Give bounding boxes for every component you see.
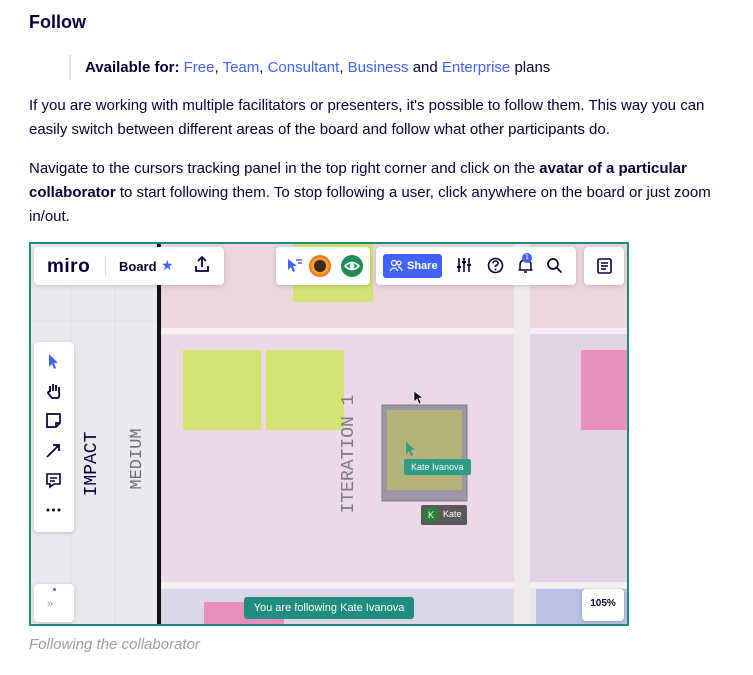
sticky-note[interactable]	[183, 350, 261, 430]
cursor-follow-icon[interactable]	[287, 258, 303, 279]
hand-icon[interactable]	[45, 382, 63, 405]
board-menu-button[interactable]	[584, 247, 624, 285]
instructions-paragraph: Navigate to the cursors tracking panel i…	[29, 157, 734, 229]
instructions-text: Navigate to the cursors tracking panel i…	[29, 160, 540, 177]
figure-caption: Following the collaborator	[29, 636, 200, 653]
search-icon[interactable]	[546, 257, 563, 279]
notification-count-badge: 1	[522, 253, 532, 263]
zoom-control[interactable]: 105%	[582, 589, 624, 621]
plan-separator: ,	[259, 59, 268, 76]
toolbar-expand-button[interactable]: »	[34, 584, 74, 622]
collaborator-initial-avatar: K	[423, 507, 439, 523]
more-tools-icon[interactable]	[45, 500, 62, 522]
section-heading: Follow	[29, 12, 86, 32]
avatar-face	[314, 260, 326, 272]
board-toolbar: miro Board ★	[34, 247, 224, 285]
row-label-medium: MEDIUM	[128, 428, 147, 489]
connector-arrow-icon[interactable]	[45, 442, 62, 464]
share-button[interactable]: Share	[383, 254, 442, 278]
upload-icon[interactable]	[194, 255, 210, 278]
plan-link-consultant[interactable]: Consultant	[268, 59, 340, 76]
board-canvas[interactable]: IMPACT MEDIUM ITERATION 1	[31, 244, 627, 624]
intro-paragraph: If you are working with multiple facilit…	[29, 97, 705, 138]
settings-sliders-icon[interactable]	[456, 257, 472, 278]
miro-board-screenshot: IMPACT MEDIUM ITERATION 1 miro Board ★ S…	[29, 242, 629, 626]
plan-link-team[interactable]: Team	[223, 59, 260, 76]
sticky-note-icon[interactable]	[45, 412, 62, 434]
share-label: Share	[407, 260, 438, 272]
creation-toolbar	[34, 342, 74, 532]
select-cursor-icon[interactable]	[45, 352, 61, 375]
plan-conjunction: and	[408, 59, 442, 76]
plan-link-free[interactable]: Free	[184, 59, 215, 76]
miro-logo[interactable]: miro	[47, 256, 90, 278]
sticky-note-selected[interactable]	[387, 410, 462, 490]
plans-suffix: plans	[510, 59, 551, 76]
collaborator-name: Kate	[443, 509, 462, 519]
toolbar-divider	[105, 256, 106, 276]
collaborator-avatar[interactable]	[309, 255, 331, 277]
zoom-level: 105%	[590, 598, 616, 609]
board-name[interactable]: Board	[119, 259, 157, 274]
instructions-text: to start following them. To stop followi…	[29, 184, 711, 225]
eye-icon[interactable]	[341, 255, 363, 277]
star-icon[interactable]: ★	[161, 257, 174, 274]
help-icon[interactable]	[487, 257, 504, 279]
following-banner[interactable]: You are following Kate Ivanova	[244, 597, 414, 619]
plan-separator: ,	[339, 59, 348, 76]
plan-link-business[interactable]: Business	[348, 59, 409, 76]
right-toolbar: Share 1	[376, 247, 576, 285]
expand-chevron-icon: »	[47, 598, 54, 610]
sticky-note[interactable]	[266, 350, 344, 430]
plan-separator: ,	[214, 59, 223, 76]
notes-list-icon	[597, 258, 612, 279]
users-icon	[389, 259, 403, 272]
row-label-impact: IMPACT	[82, 431, 102, 496]
collaborators-panel	[276, 247, 370, 285]
availability-callout: Available for: Free, Team, Consultant, B…	[69, 55, 550, 80]
comment-icon[interactable]	[45, 472, 62, 494]
sticky-note[interactable]	[581, 350, 627, 430]
indicator-dot	[53, 588, 56, 591]
availability-prefix: Available for:	[85, 59, 180, 76]
plan-link-enterprise[interactable]: Enterprise	[442, 59, 510, 76]
column-label-iteration: ITERATION 1	[339, 395, 359, 514]
collaborator-cursor-label: Kate Ivanova	[404, 459, 471, 475]
collaborator-chip[interactable]: K Kate	[421, 505, 467, 525]
